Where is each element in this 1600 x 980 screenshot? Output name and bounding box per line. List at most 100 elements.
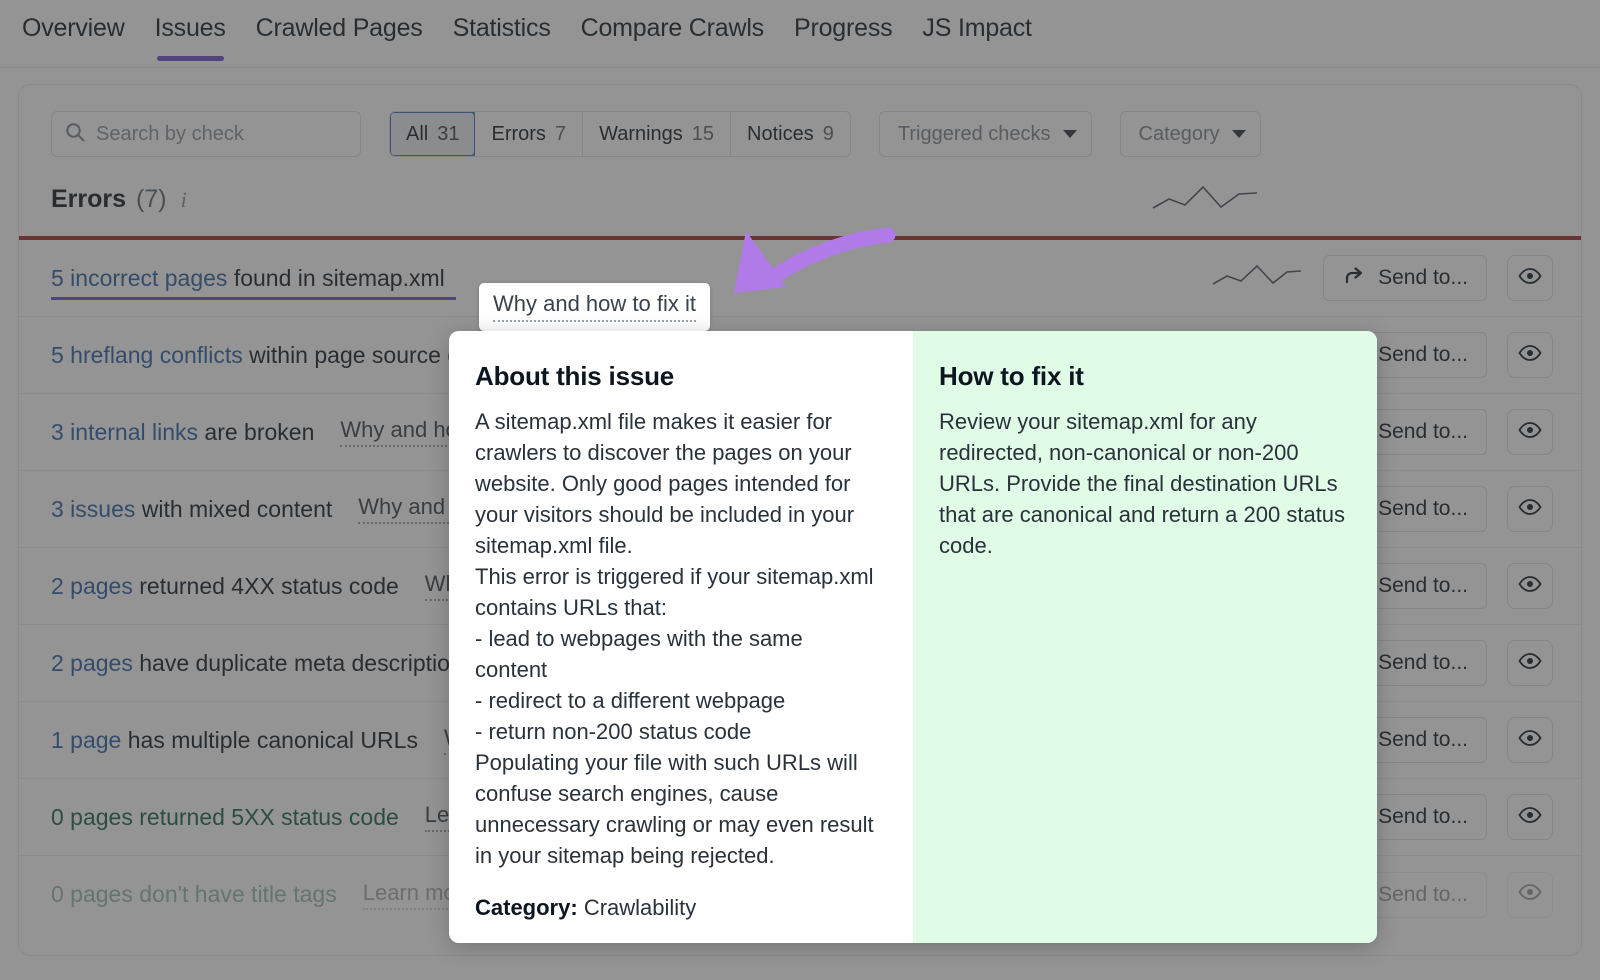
- eye-icon: [1517, 263, 1543, 294]
- annotation-arrow: [690, 205, 920, 320]
- visibility-toggle-button[interactable]: [1507, 640, 1553, 686]
- issue-text: 1 page has multiple canonical URLs: [51, 727, 418, 754]
- issue-text: 5 hreflang conflicts within page source …: [51, 342, 497, 369]
- filter-count: 15: [692, 123, 714, 146]
- search-input[interactable]: Search by check: [51, 111, 361, 157]
- sparkline-icon: [1151, 181, 1259, 220]
- eye-icon: [1517, 571, 1543, 602]
- visibility-toggle-button[interactable]: [1507, 486, 1553, 532]
- section-count: (7): [136, 185, 167, 214]
- issue-text: 5 incorrect pages found in sitemap.xml: [51, 265, 445, 292]
- category-dropdown[interactable]: Category: [1120, 111, 1261, 157]
- filter-count: 31: [437, 123, 459, 146]
- issue-link[interactable]: 3 internal links: [51, 419, 198, 445]
- dropdown-label: Triggered checks: [898, 123, 1051, 146]
- filter-warnings[interactable]: Warnings 15: [583, 112, 731, 156]
- tab-label: Progress: [794, 14, 892, 42]
- visibility-toggle-button[interactable]: [1507, 409, 1553, 455]
- issue-link[interactable]: 5 incorrect pages: [51, 265, 227, 291]
- tab-issues[interactable]: Issues: [155, 14, 226, 61]
- how-to-fix-title: How to fix it: [939, 361, 1349, 392]
- issue-help-popover: About this issue A sitemap.xml file make…: [449, 331, 1377, 943]
- row-actions: Send to...: [1211, 255, 1553, 301]
- send-to-label: Send to...: [1378, 805, 1468, 829]
- info-icon[interactable]: i: [181, 187, 187, 213]
- filter-label: Notices: [747, 123, 814, 146]
- tab-progress[interactable]: Progress: [794, 14, 892, 61]
- send-to-label: Send to...: [1378, 883, 1468, 907]
- triggered-checks-dropdown[interactable]: Triggered checks: [879, 111, 1092, 157]
- send-to-label: Send to...: [1378, 420, 1468, 444]
- tab-label: Compare Crawls: [581, 14, 764, 42]
- filter-errors[interactable]: Errors 7: [475, 112, 583, 156]
- visibility-toggle-button[interactable]: [1507, 332, 1553, 378]
- filter-count: 7: [555, 123, 566, 146]
- tab-crawled-pages[interactable]: Crawled Pages: [256, 14, 423, 61]
- issue-rest: returned 5XX status code: [133, 804, 399, 830]
- send-to-label: Send to...: [1378, 728, 1468, 752]
- tab-compare-crawls[interactable]: Compare Crawls: [581, 14, 764, 61]
- issue-link[interactable]: 0 pages: [51, 881, 133, 907]
- share-arrow-icon: [1342, 263, 1366, 293]
- chevron-down-icon: [1232, 130, 1246, 138]
- send-to-label: Send to...: [1378, 574, 1468, 598]
- chevron-down-icon: [1063, 130, 1077, 138]
- issue-link[interactable]: 1 page: [51, 727, 121, 753]
- issue-text: 3 internal links are broken: [51, 419, 314, 446]
- dropdown-label: Category: [1139, 123, 1220, 146]
- issue-link[interactable]: 2 pages: [51, 650, 133, 676]
- issue-rest: have duplicate meta descriptions: [133, 650, 474, 676]
- about-title: About this issue: [475, 361, 875, 392]
- sparkline-icon: [1211, 261, 1303, 296]
- filter-notices[interactable]: Notices 9: [731, 112, 850, 156]
- tab-label: JS Impact: [922, 14, 1031, 42]
- visibility-toggle-button[interactable]: [1507, 563, 1553, 609]
- send-to-label: Send to...: [1378, 497, 1468, 521]
- filter-all[interactable]: All 31: [389, 111, 476, 157]
- eye-icon: [1517, 340, 1543, 371]
- issue-rest: don't have title tags: [133, 881, 337, 907]
- issue-text: 0 pages don't have title tags: [51, 881, 337, 908]
- visibility-toggle-button[interactable]: [1507, 794, 1553, 840]
- issue-rest: found in sitemap.xml: [227, 265, 444, 291]
- send-to-button[interactable]: Send to...: [1323, 255, 1487, 301]
- eye-icon: [1517, 879, 1543, 910]
- send-to-label: Send to...: [1378, 266, 1468, 290]
- top-navigation: Overview Issues Crawled Pages Statistics…: [0, 0, 1600, 68]
- section-title: Errors: [51, 185, 126, 214]
- visibility-toggle-button[interactable]: [1507, 255, 1553, 301]
- issue-text: 0 pages returned 5XX status code: [51, 804, 399, 831]
- filter-bar: Search by check All 31 Errors 7 Warnings…: [19, 85, 1581, 157]
- tab-label: Issues: [155, 14, 226, 42]
- eye-icon: [1517, 417, 1543, 448]
- send-to-label: Send to...: [1378, 651, 1468, 675]
- filter-label: Errors: [491, 123, 545, 146]
- issue-text: 3 issues with mixed content: [51, 496, 332, 523]
- tab-overview[interactable]: Overview: [22, 14, 125, 61]
- issue-link[interactable]: 0 pages: [51, 804, 133, 830]
- issue-link[interactable]: 2 pages: [51, 573, 133, 599]
- search-icon: [64, 121, 86, 148]
- visibility-toggle-button[interactable]: [1507, 872, 1553, 918]
- active-row-underline: [51, 297, 456, 300]
- search-placeholder: Search by check: [96, 123, 244, 146]
- tab-label: Statistics: [453, 14, 551, 42]
- filter-label: Warnings: [599, 123, 683, 146]
- filter-label: All: [406, 123, 428, 146]
- issue-rest: has multiple canonical URLs: [121, 727, 418, 753]
- eye-icon: [1517, 725, 1543, 756]
- tab-statistics[interactable]: Statistics: [453, 14, 551, 61]
- visibility-toggle-button[interactable]: [1507, 717, 1553, 763]
- issue-link[interactable]: 3 issues: [51, 496, 135, 522]
- eye-icon: [1517, 648, 1543, 679]
- tab-label: Overview: [22, 14, 125, 42]
- tab-js-impact[interactable]: JS Impact: [922, 14, 1031, 61]
- status-filter-group: All 31 Errors 7 Warnings 15 Notices 9: [389, 111, 851, 157]
- why-and-how-to-fix-it-link-active[interactable]: Why and how to fix it: [479, 283, 710, 331]
- how-to-fix-it-panel: How to fix it Review your sitemap.xml fo…: [913, 331, 1377, 943]
- issue-rest: returned 4XX status code: [133, 573, 399, 599]
- category-label: Category:: [475, 895, 578, 920]
- issue-text: 2 pages returned 4XX status code: [51, 573, 399, 600]
- issue-link[interactable]: 5 hreflang conflicts: [51, 342, 243, 368]
- eye-icon: [1517, 494, 1543, 525]
